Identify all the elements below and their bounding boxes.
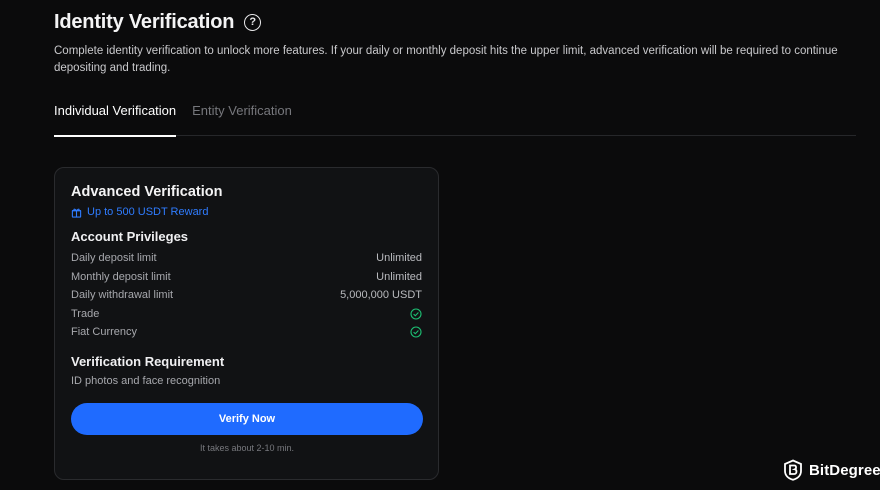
- reward-link[interactable]: Up to 500 USDT Reward: [71, 206, 422, 218]
- help-icon[interactable]: ?: [244, 13, 262, 31]
- privileges-title: Account Privileges: [71, 229, 189, 244]
- privileges-list: Daily deposit limit Unlimited Monthly de…: [71, 249, 422, 342]
- requirement-text: ID photos and face recognition: [71, 374, 221, 387]
- title-row: Identity Verification ?: [54, 10, 860, 34]
- privilege-label: Daily withdrawal limit: [71, 289, 174, 302]
- page-title: Identity Verification: [54, 10, 235, 33]
- advanced-verification-card: Advanced Verification Up to 500 USDT Rew…: [54, 167, 439, 480]
- check-circle-icon: [410, 326, 422, 338]
- tab-entity-verification[interactable]: Entity Verification: [192, 100, 292, 136]
- privilege-row: Daily withdrawal limit 5,000,000 USDT: [71, 286, 422, 305]
- page-header: Identity Verification ? Complete identit…: [54, 10, 860, 77]
- verification-tabs: Individual Verification Entity Verificat…: [54, 100, 856, 137]
- bitdegree-watermark: BitDegree: [783, 459, 880, 481]
- brand-name: BitDegree: [809, 461, 880, 479]
- gift-icon: [71, 208, 82, 218]
- privilege-row: Fiat Currency: [71, 323, 422, 342]
- check-circle-icon: [410, 308, 422, 320]
- privilege-label: Monthly deposit limit: [71, 270, 171, 283]
- card-title: Advanced Verification: [71, 184, 223, 200]
- privilege-row: Monthly deposit limit Unlimited: [71, 268, 422, 287]
- privilege-row: Daily deposit limit Unlimited: [71, 249, 422, 268]
- privilege-label: Daily deposit limit: [71, 252, 157, 265]
- reward-text: Up to 500 USDT Reward: [87, 206, 209, 218]
- privilege-value: Unlimited: [376, 252, 422, 265]
- privilege-value: Unlimited: [376, 270, 422, 283]
- privilege-row: Trade: [71, 305, 422, 324]
- privilege-value: 5,000,000 USDT: [340, 289, 422, 302]
- privilege-label: Fiat Currency: [71, 326, 138, 339]
- page-subtitle: Complete identity verification to unlock…: [54, 45, 838, 74]
- time-estimate-hint: It takes about 2-10 min.: [199, 442, 295, 453]
- tab-individual-verification[interactable]: Individual Verification: [54, 100, 177, 137]
- requirement-title: Verification Requirement: [71, 353, 225, 369]
- privilege-label: Trade: [71, 307, 100, 320]
- bitdegree-logo-icon: [784, 459, 802, 481]
- verify-now-button[interactable]: Verify Now: [71, 402, 423, 435]
